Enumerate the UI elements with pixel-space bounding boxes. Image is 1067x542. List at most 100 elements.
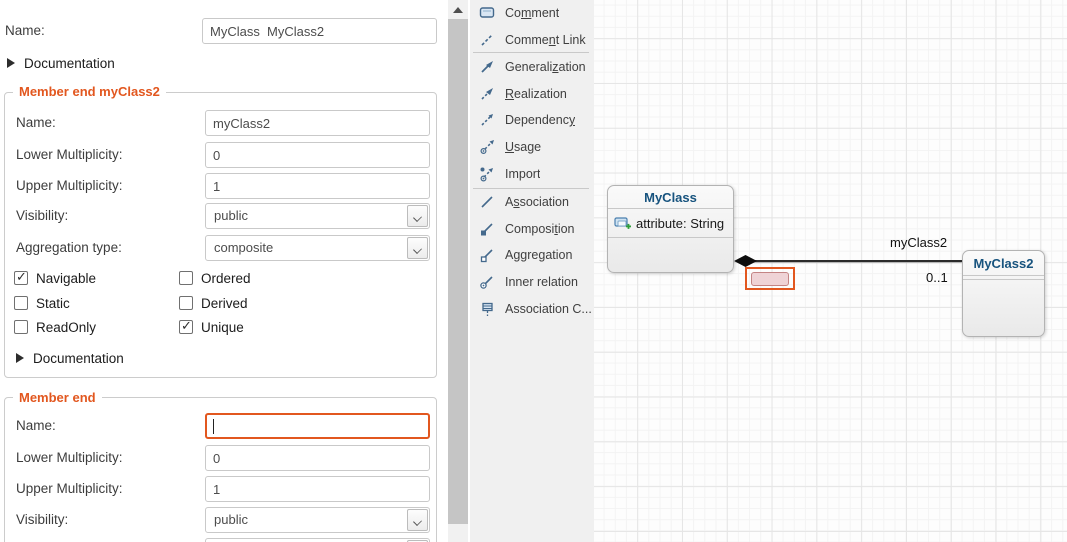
member-end2-aggregation-select[interactable]: composite [205,235,430,261]
checkbox-icon [14,296,28,310]
member-end-lower-multiplicity-input[interactable] [205,445,430,471]
member-end-label-box[interactable] [751,272,789,286]
member-end2-upper-multiplicity-input[interactable] [205,173,430,199]
class-node-myclass2[interactable]: MyClass2 [962,250,1045,337]
name-label: Name: [5,18,45,44]
scrollbar-up-button[interactable] [448,0,468,19]
palette-item-composition[interactable]: Composition [470,216,594,242]
palette-item-import[interactable]: Import [470,161,594,187]
association-name-input[interactable] [202,18,437,44]
checkbox-icon [179,271,193,285]
visibility-label: Visibility: [16,507,68,533]
name-label: Name: [16,110,56,136]
dependency-icon [479,112,496,128]
aggregation-selected-value: composite [214,236,273,260]
checkbox-label: Static [36,296,70,311]
upper-multiplicity-label: Upper Multiplicity: [16,476,123,502]
visibility-selected-value: public [214,204,248,228]
composite-diamond-icon [734,255,757,267]
clipped-select[interactable] [205,538,430,542]
tool-palette: Comment Comment Link Generalization Real… [470,0,594,542]
class-node-myclass[interactable]: MyClass attribute: String [607,185,734,273]
diagram-canvas[interactable]: MyClass attribute: String myClass2 0..1 [594,0,1067,542]
class-name[interactable]: MyClass2 [963,251,1044,276]
upper-multiplicity-label: Upper Multiplicity: [16,173,123,199]
chevron-down-icon [413,245,422,254]
aggregation-icon [479,247,496,263]
unique-checkbox[interactable]: ✓ Unique [179,317,244,337]
text-caret [213,419,214,434]
dropdown-button[interactable] [407,205,428,227]
member-end-name-input[interactable] [205,413,430,439]
member-end2-lower-multiplicity-input[interactable] [205,142,430,168]
palette-separator [473,52,589,53]
expander-triangle-icon [7,58,15,68]
association-edge[interactable] [752,260,962,262]
realization-icon [479,86,496,102]
selection-highlight [745,267,795,290]
comment-icon [479,5,496,21]
checkbox-icon [179,296,193,310]
lower-multiplicity-label: Lower Multiplicity: [16,445,123,471]
class-attribute-row[interactable]: attribute: String [608,209,733,238]
palette-item-comment[interactable]: Comment [470,0,594,26]
member-end-legend: Member end [13,390,102,405]
scrollbar-thumb[interactable] [448,19,468,524]
association-icon [479,194,496,210]
usage-icon [479,139,496,155]
palette-item-realization[interactable]: Realization [470,81,594,107]
dropdown-button[interactable] [407,237,428,259]
visibility-selected-value: public [214,508,248,532]
navigable-checkbox[interactable]: ✓ Navigable [14,268,96,288]
composition-icon [479,221,496,237]
lower-multiplicity-label: Lower Multiplicity: [16,142,123,168]
class-name[interactable]: MyClass [608,186,733,209]
readonly-checkbox[interactable]: ReadOnly [14,317,96,337]
palette-item-association-class[interactable]: Association C... [470,296,594,322]
palette-item-dependency[interactable]: Dependency [470,107,594,133]
chevron-down-icon [413,517,422,526]
checkbox-icon: ✓ [179,320,193,334]
generalization-icon [479,59,496,75]
palette-item-association[interactable]: Association [470,189,594,215]
palette-item-usage[interactable]: Usage [470,134,594,160]
arrow-up-icon [453,7,463,13]
visibility-label: Visibility: [16,203,68,229]
comment-link-icon [479,32,496,48]
properties-panel: Name: Documentation Member end myClass2 … [0,0,470,542]
aggregation-type-label: Aggregation type: [16,235,122,261]
import-icon [479,166,496,182]
dropdown-button[interactable] [407,509,428,531]
member-end-visibility-select[interactable]: public [205,507,430,533]
member-end-myclass2-legend: Member end myClass2 [13,84,166,99]
checkbox-icon: ✓ [14,271,28,285]
checkbox-label: Ordered [201,271,251,286]
ordered-checkbox[interactable]: Ordered [179,268,251,288]
member-end2-name-input[interactable] [205,110,430,136]
documentation-expander-label: Documentation [33,351,124,366]
panel-scrollbar[interactable] [448,0,468,542]
palette-item-inner-relation[interactable]: Inner relation [470,269,594,295]
palette-item-aggregation[interactable]: Aggregation [470,242,594,268]
association-name-label[interactable]: myClass2 [890,235,947,250]
app-screen: Name: Documentation Member end myClass2 … [0,0,1067,542]
checkbox-label: Navigable [36,271,96,286]
documentation-expander[interactable]: Documentation [7,54,115,72]
expander-triangle-icon [16,353,24,363]
attribute-label[interactable]: attribute: String [636,216,724,231]
documentation-expander[interactable]: Documentation [16,349,124,367]
class-empty-compartment [608,238,733,272]
chevron-down-icon [413,213,422,222]
inner-relation-icon [479,274,496,290]
association-class-icon [479,301,496,317]
checkbox-label: Derived [201,296,248,311]
member-end2-visibility-select[interactable]: public [205,203,430,229]
derived-checkbox[interactable]: Derived [179,293,248,313]
palette-item-generalization[interactable]: Generalization [470,54,594,80]
static-checkbox[interactable]: Static [14,293,70,313]
palette-item-comment-link[interactable]: Comment Link [470,27,594,53]
association-multiplicity-label[interactable]: 0..1 [926,270,948,285]
checkbox-label: Unique [201,320,244,335]
checkbox-icon [14,320,28,334]
member-end-upper-multiplicity-input[interactable] [205,476,430,502]
